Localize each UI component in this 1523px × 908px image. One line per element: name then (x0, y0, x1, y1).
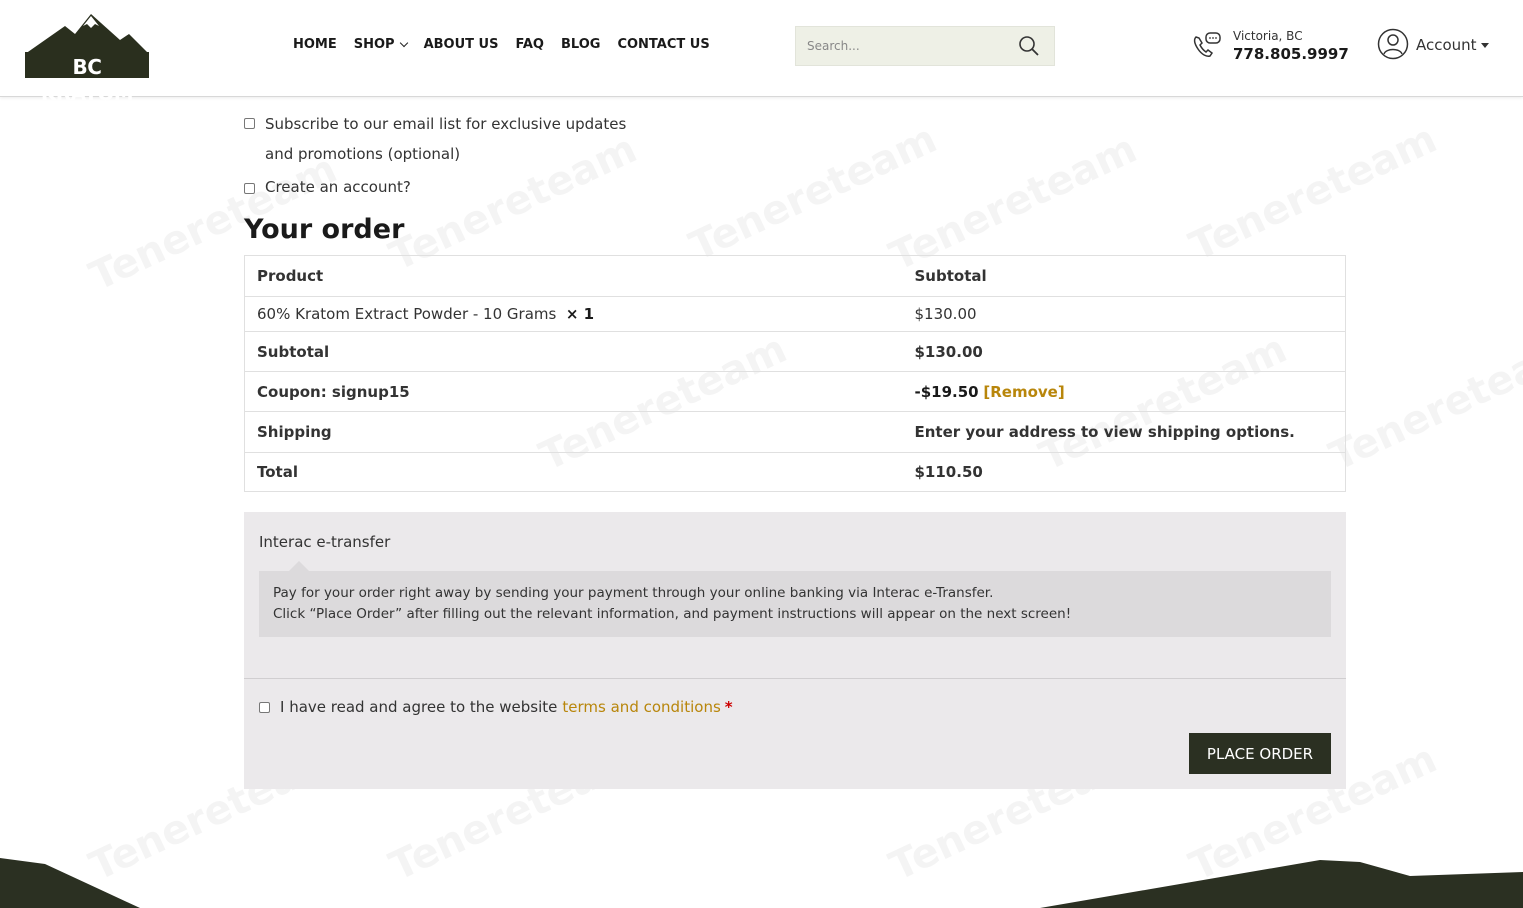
create-account-checkbox[interactable] (244, 183, 255, 194)
nav-item-shop[interactable]: SHOP (353, 37, 408, 52)
payment-description: Pay for your order right away by sending… (259, 561, 1331, 637)
terms-checkbox[interactable] (259, 701, 270, 713)
product-name: 60% Kratom Extract Powder - 10 Grams (257, 305, 557, 323)
search-icon[interactable] (1018, 35, 1040, 57)
site-header: BC KRATOM HOME SHOP ABOUT US FAQ BLOG CO… (0, 0, 1523, 105)
phone-number[interactable]: 778.805.9997 (1233, 45, 1349, 63)
column-header-subtotal: Subtotal (904, 255, 1346, 297)
nav-item-contact[interactable]: CONTACT US (617, 37, 709, 52)
footer-mountain-graphic (0, 858, 1523, 908)
nav-item-label: FAQ (515, 37, 544, 52)
nav-item-home[interactable]: HOME (293, 37, 337, 52)
main-nav: HOME SHOP ABOUT US FAQ BLOG CONTACT US (293, 37, 727, 52)
shipping-value: Enter your address to view shipping opti… (904, 411, 1346, 453)
subscribe-row: Subscribe to our email list for exclusiv… (244, 109, 644, 169)
watermark-text: Tenereteam (1323, 326, 1523, 480)
chevron-down-icon (399, 38, 408, 47)
phone-chat-icon (1193, 32, 1221, 57)
coupon-value: -$19.50 (914, 382, 979, 401)
payment-method-label[interactable]: Interac e-transfer (259, 533, 390, 551)
payment-description-line: Click “Place Order” after filling out th… (273, 606, 1072, 622)
nav-item-label: ABOUT US (423, 37, 499, 52)
product-price: $130.00 (904, 296, 1346, 332)
create-account-row: Create an account? (244, 178, 411, 196)
subtotal-value: $130.00 (904, 331, 1346, 372)
caret-down-icon[interactable] (1481, 43, 1489, 48)
payment-section: Interac e-transfer Pay for your order ri… (244, 512, 1346, 789)
order-table: Product Subtotal 60% Kratom Extract Powd… (244, 255, 1346, 492)
total-value: $110.50 (914, 463, 983, 481)
search-bar (795, 26, 1055, 66)
product-quantity: × 1 (565, 305, 595, 323)
logo-text: BC KRATOM (25, 52, 149, 105)
create-account-label: Create an account? (265, 178, 411, 196)
order-title: Your order (244, 214, 405, 245)
subscribe-checkbox[interactable] (244, 118, 255, 129)
site-logo[interactable]: BC KRATOM (25, 14, 149, 105)
terms-prefix: I have read and agree to the website (280, 698, 558, 716)
table-row-subtotal: Subtotal $130.00 (244, 331, 1346, 372)
user-account-icon[interactable] (1377, 28, 1409, 60)
nav-item-blog[interactable]: BLOG (561, 37, 600, 52)
account-menu[interactable]: Account (1416, 36, 1477, 54)
nav-item-faq[interactable]: FAQ (515, 37, 544, 52)
required-marker: * (724, 698, 733, 716)
nav-item-about[interactable]: ABOUT US (424, 37, 499, 52)
search-input[interactable] (796, 27, 1011, 65)
remove-coupon-link[interactable]: [Remove] (983, 383, 1064, 401)
shipping-label: Shipping (244, 411, 905, 453)
nav-item-label: SHOP (353, 37, 395, 52)
store-location: Victoria, BC (1233, 29, 1303, 43)
nav-item-label: HOME (293, 37, 337, 52)
nav-item-label: BLOG (560, 37, 601, 52)
product-cell: 60% Kratom Extract Powder - 10 Grams × 1 (244, 296, 905, 332)
payment-description-line: Pay for your order right away by sending… (273, 585, 994, 601)
subtotal-label: Subtotal (244, 331, 905, 372)
nav-item-label: CONTACT US (617, 37, 710, 52)
total-label: Total (257, 463, 298, 481)
terms-link[interactable]: terms and conditions (562, 698, 720, 716)
terms-row: I have read and agree to the website ter… (259, 698, 733, 716)
table-row-shipping: Shipping Enter your address to view ship… (244, 411, 1346, 453)
table-header-row: Product Subtotal (244, 255, 1346, 297)
table-row-total: Total $110.50 (245, 453, 1346, 492)
watermark-text: Tenereteam (683, 116, 944, 270)
coupon-label: Coupon: signup15 (244, 371, 905, 412)
place-order-button[interactable]: PLACE ORDER (1189, 733, 1331, 774)
mountain-logo-icon (25, 14, 149, 54)
table-row-product: 60% Kratom Extract Powder - 10 Grams × 1… (244, 296, 1346, 332)
subscribe-label: Subscribe to our email list for exclusiv… (265, 115, 627, 163)
table-row-coupon: Coupon: signup15 -$19.50 [Remove] (244, 371, 1346, 412)
column-header-product: Product (244, 255, 905, 297)
divider (244, 678, 1346, 679)
watermark-text: Tenereteam (1183, 116, 1444, 270)
coupon-cell: -$19.50 [Remove] (904, 371, 1346, 412)
